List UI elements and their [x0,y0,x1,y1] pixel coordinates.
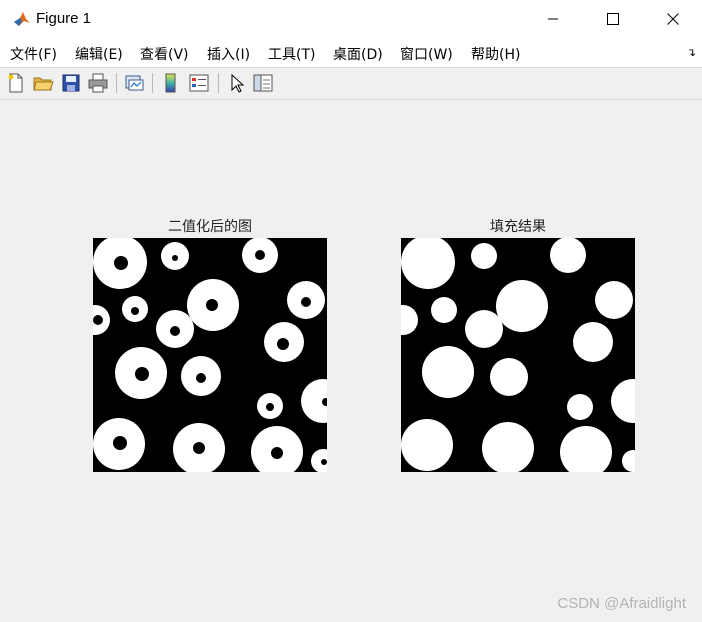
menu-desktop[interactable]: 桌面(D) [333,44,383,64]
menu-view[interactable]: 查看(V) [140,44,189,64]
toolbar-separator [152,73,153,93]
colorbar-icon[interactable] [160,72,182,94]
pointer-icon[interactable] [226,72,248,94]
close-button[interactable] [650,0,696,38]
link-plot-icon[interactable] [123,72,145,94]
maximize-button[interactable] [590,0,636,38]
figure-canvas: 二值化后的图 填充结果 [0,100,702,622]
binary-image [93,238,327,472]
print-icon[interactable] [87,72,109,94]
menu-window[interactable]: 窗口(W) [400,44,453,64]
menu-file[interactable]: 文件(F) [10,44,57,64]
matlab-logo-icon [12,9,32,29]
open-file-icon[interactable] [32,72,54,94]
menu-help[interactable]: 帮助(H) [471,44,520,64]
toolbar [0,68,702,100]
close-icon [667,13,679,25]
legend-icon[interactable] [188,72,210,94]
filled-image [401,238,635,472]
toolbar-separator [218,73,219,93]
toolbar-separator [116,73,117,93]
property-inspector-icon[interactable] [252,72,274,94]
save-icon[interactable] [60,72,82,94]
menu-edit[interactable]: 编辑(E) [75,44,123,64]
menu-bar: 文件(F) 编辑(E) 查看(V) 插入(I) 工具(T) 桌面(D) 窗口(W… [0,38,702,68]
menu-tools[interactable]: 工具(T) [268,44,315,64]
axes-title-binary: 二值化后的图 [168,219,252,235]
new-figure-icon[interactable] [5,72,27,94]
window-title: Figure 1 [36,10,92,27]
watermark: CSDN @Afraidlight [557,595,686,612]
title-bar: Figure 1 [0,0,702,38]
dock-arrow-icon[interactable]: ↴ [687,46,696,59]
menu-insert[interactable]: 插入(I) [207,44,250,64]
minimize-icon [548,18,558,20]
axes-title-filled: 填充结果 [490,219,546,235]
maximize-icon [607,13,619,25]
minimize-button[interactable] [530,0,576,38]
